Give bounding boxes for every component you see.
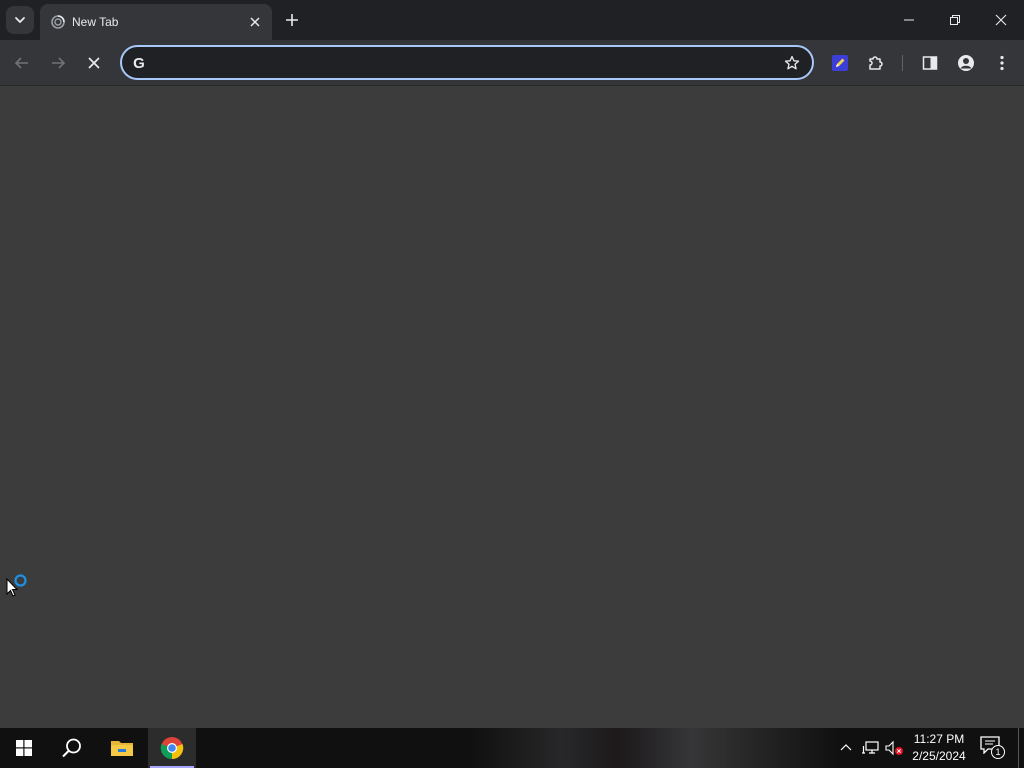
close-icon — [995, 14, 1007, 26]
tab-close-button[interactable] — [246, 13, 264, 31]
tab-strip: New Tab — [0, 0, 1024, 40]
side-panel-button[interactable] — [916, 49, 944, 77]
address-input[interactable] — [154, 53, 754, 73]
close-icon — [250, 17, 260, 27]
busy-cursor-icon — [6, 574, 27, 597]
plus-icon — [286, 14, 298, 26]
network-icon — [862, 741, 879, 754]
pen-extension-button[interactable] — [826, 49, 854, 77]
menu-button[interactable] — [988, 49, 1016, 77]
profile-icon — [958, 55, 974, 71]
arrow-left-icon — [14, 57, 28, 69]
search-icon — [62, 738, 81, 758]
taskbar-search-button[interactable] — [48, 728, 96, 768]
file-explorer-button[interactable] — [98, 728, 146, 768]
restore-button[interactable] — [932, 0, 978, 40]
browser-toolbar: G — [0, 40, 1024, 86]
pen-extension-icon — [832, 55, 848, 71]
chevron-up-icon — [840, 744, 852, 751]
address-bar[interactable]: G — [120, 45, 814, 80]
show-hidden-icons-button[interactable] — [836, 738, 856, 758]
tab-search-button[interactable] — [6, 6, 34, 34]
chevron-down-icon — [15, 17, 25, 24]
notification-count-badge: 1 — [991, 745, 1005, 759]
forward-button[interactable] — [44, 49, 72, 77]
extensions-button[interactable] — [862, 49, 890, 77]
google-g-icon: G — [133, 54, 145, 72]
kebab-menu-icon — [1000, 55, 1004, 71]
new-tab-button[interactable] — [280, 8, 304, 32]
volume-muted-icon — [885, 740, 903, 756]
puzzle-icon — [869, 56, 883, 70]
taskbar-wallpaper — [470, 728, 840, 768]
volume-tray-button[interactable] — [884, 738, 904, 758]
side-panel-icon — [922, 56, 938, 70]
start-button[interactable] — [0, 728, 48, 768]
tab-title: New Tab — [72, 15, 119, 29]
loading-favicon-icon — [51, 15, 65, 29]
chrome-icon — [160, 737, 184, 760]
chrome-taskbar-button[interactable] — [148, 728, 196, 768]
stop-button[interactable] — [80, 49, 108, 77]
stop-icon — [88, 57, 100, 69]
network-tray-button[interactable] — [860, 738, 880, 758]
show-desktop-button[interactable] — [1018, 728, 1024, 768]
minimize-icon — [904, 19, 914, 21]
browser-window: New Tab G — [0, 0, 1024, 728]
action-center-button[interactable]: 1 — [980, 736, 1006, 760]
bookmark-button[interactable] — [782, 53, 802, 73]
clock-date: 2/25/2024 — [912, 749, 966, 763]
arrow-right-icon — [52, 57, 66, 69]
back-button[interactable] — [8, 49, 36, 77]
profile-button[interactable] — [952, 49, 980, 77]
tab-new-tab[interactable]: New Tab — [40, 4, 272, 40]
folder-icon — [111, 741, 133, 756]
minimize-button[interactable] — [886, 0, 932, 40]
star-icon — [784, 55, 800, 70]
windows-taskbar: 11:27 PM 2/25/2024 1 — [0, 728, 1024, 768]
clock-time: 11:27 PM — [913, 732, 965, 746]
page-content[interactable] — [0, 87, 1024, 728]
restore-icon — [950, 15, 960, 25]
toolbar-divider — [902, 55, 903, 71]
taskbar-clock[interactable]: 11:27 PM 2/25/2024 — [906, 731, 972, 765]
window-close-button[interactable] — [978, 0, 1024, 40]
windows-logo-icon — [16, 740, 32, 756]
